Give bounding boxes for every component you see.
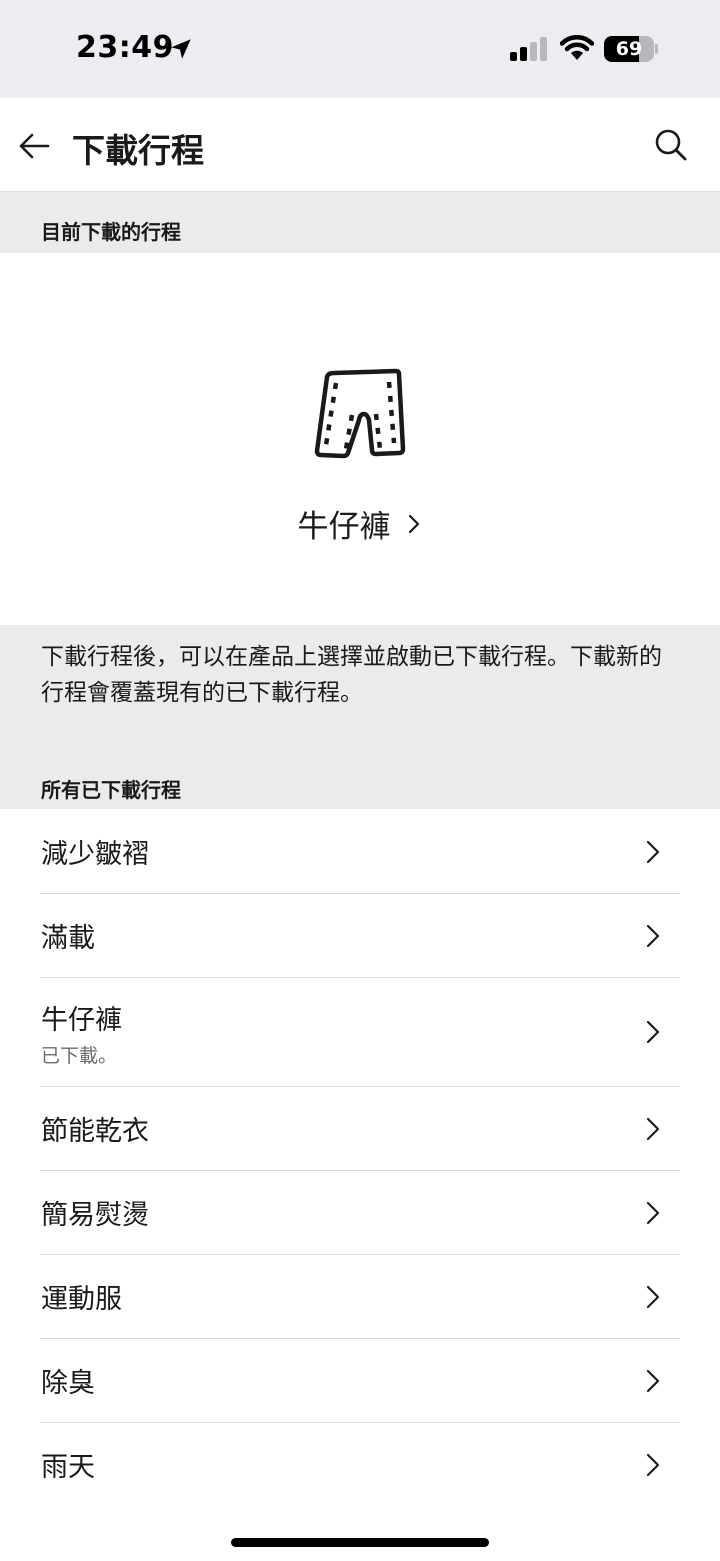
item-label: 雨天 — [41, 1452, 95, 1483]
chevron-right-icon — [646, 1117, 660, 1141]
app-header: 下載行程 — [0, 98, 720, 192]
chevron-right-icon — [408, 514, 419, 533]
list-item[interactable]: 除臭 — [0, 1339, 720, 1423]
downloaded-programs-list: 減少皺褶 滿載 牛仔褲 已下載。 節能乾衣 簡易熨燙 運動服 除臭 雨天 — [0, 809, 720, 1507]
current-program-link[interactable]: 牛仔褲 — [0, 501, 720, 546]
list-item[interactable]: 運動服 — [0, 1255, 720, 1339]
search-icon — [655, 129, 687, 161]
all-section-title: 所有已下載行程 — [41, 778, 181, 802]
list-item[interactable]: 節能乾衣 — [0, 1087, 720, 1171]
wifi-icon — [560, 35, 594, 60]
chevron-right-icon — [646, 1285, 660, 1309]
location-arrow-icon — [171, 39, 191, 59]
chevron-right-icon — [646, 1453, 660, 1477]
battery-level: 69 — [615, 38, 643, 60]
item-label: 節能乾衣 — [41, 1116, 149, 1147]
home-indicator[interactable] — [231, 1538, 489, 1547]
back-button[interactable] — [14, 126, 54, 166]
info-block: 下載行程後，可以在產品上選擇並啟動已下載行程。下載新的行程會覆蓋現有的已下載行程… — [0, 625, 720, 809]
current-section-header: 目前下載的行程 — [0, 192, 720, 253]
arrow-left-icon — [19, 133, 50, 159]
list-item[interactable]: 滿載 — [0, 894, 720, 978]
list-item[interactable]: 減少皺褶 — [0, 809, 720, 894]
chevron-right-icon — [646, 1020, 660, 1044]
current-program-card: 牛仔褲 — [0, 253, 720, 625]
cellular-signal-icon — [510, 37, 547, 61]
status-time: 23:49 — [76, 30, 174, 65]
current-section-title: 目前下載的行程 — [41, 220, 181, 244]
chevron-right-icon — [646, 840, 660, 864]
item-label: 除臭 — [41, 1368, 95, 1399]
battery-indicator: 69 — [604, 36, 658, 62]
page-title: 下載行程 — [72, 131, 204, 170]
item-label: 減少皺褶 — [41, 839, 149, 870]
item-label: 運動服 — [41, 1284, 122, 1315]
status-bar: 23:49 69 — [0, 0, 720, 98]
item-label: 牛仔褲 — [41, 1005, 122, 1036]
current-program-name: 牛仔褲 — [297, 509, 391, 545]
chevron-right-icon — [646, 924, 660, 948]
list-item[interactable]: 雨天 — [0, 1423, 720, 1507]
list-item[interactable]: 簡易熨燙 — [0, 1171, 720, 1255]
chevron-right-icon — [646, 1201, 660, 1225]
jeans-icon — [314, 368, 406, 459]
search-button[interactable] — [650, 124, 692, 166]
list-item[interactable]: 牛仔褲 已下載。 — [0, 978, 720, 1087]
item-label: 簡易熨燙 — [41, 1200, 149, 1231]
chevron-right-icon — [646, 1369, 660, 1393]
item-label: 滿載 — [41, 923, 95, 954]
item-status: 已下載。 — [41, 1045, 118, 1067]
info-text: 下載行程後，可以在產品上選擇並啟動已下載行程。下載新的行程會覆蓋現有的已下載行程… — [41, 644, 662, 706]
